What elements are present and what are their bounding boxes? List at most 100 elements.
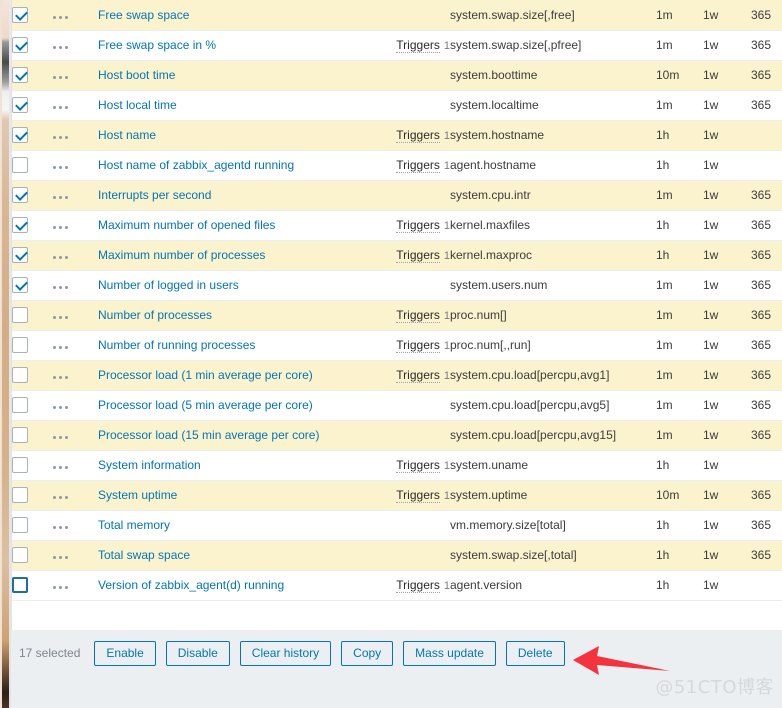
- item-name-link[interactable]: Number of running processes: [98, 338, 255, 352]
- row-select-cell: [12, 180, 53, 211]
- triggers-link[interactable]: Triggers: [396, 458, 440, 473]
- trends-cell: 365: [751, 210, 782, 241]
- ellipsis-menu-icon[interactable]: [53, 525, 71, 529]
- triggers-link[interactable]: Triggers: [396, 308, 440, 323]
- item-key-cell: agent.hostname: [450, 150, 656, 181]
- triggers-cell: [366, 180, 450, 211]
- item-name-link[interactable]: Host local time: [98, 98, 177, 112]
- item-name-link[interactable]: Processor load (1 min average per core): [98, 368, 313, 382]
- ellipsis-menu-icon[interactable]: [53, 465, 71, 469]
- table-row: System information Triggers 1 system.uname 1…: [12, 450, 782, 481]
- ellipsis-menu-icon[interactable]: [53, 585, 71, 589]
- row-checkbox[interactable]: [12, 427, 28, 443]
- ellipsis-menu-icon[interactable]: [53, 345, 71, 349]
- row-checkbox[interactable]: [12, 217, 28, 233]
- item-name-link[interactable]: Total swap space: [98, 548, 190, 562]
- triggers-cell: Triggers 1: [366, 480, 450, 511]
- mass-update-button[interactable]: Mass update: [403, 640, 496, 666]
- item-name-link[interactable]: Free swap space: [98, 8, 189, 22]
- ellipsis-menu-icon[interactable]: [53, 495, 71, 499]
- ellipsis-menu-icon[interactable]: [53, 435, 71, 439]
- triggers-link[interactable]: Triggers: [396, 578, 440, 593]
- update-interval-cell: 1h: [656, 510, 703, 541]
- copy-button[interactable]: Copy: [341, 640, 394, 666]
- row-checkbox[interactable]: [12, 6, 28, 23]
- row-checkbox[interactable]: [12, 37, 28, 53]
- row-checkbox[interactable]: [12, 67, 28, 83]
- ellipsis-menu-icon[interactable]: [53, 75, 71, 79]
- triggers-link[interactable]: Triggers: [396, 158, 440, 173]
- row-checkbox[interactable]: [12, 97, 28, 113]
- ellipsis-menu-icon[interactable]: [53, 135, 71, 139]
- triggers-link[interactable]: Triggers: [396, 368, 440, 383]
- row-checkbox[interactable]: [12, 487, 28, 503]
- update-interval-cell: 1h: [656, 150, 703, 181]
- disable-button[interactable]: Disable: [165, 640, 230, 666]
- ellipsis-menu-icon[interactable]: [53, 225, 71, 229]
- item-name-cell: Processor load (1 min average per core): [98, 360, 366, 391]
- items-table-body: Free swap space system.swap.size[,free] 1m…: [12, 0, 782, 601]
- item-name-link[interactable]: Maximum number of processes: [98, 248, 265, 262]
- item-name-link[interactable]: Free swap space in %: [98, 38, 216, 52]
- table-row: Host name of zabbix_agentd running Trigge…: [12, 150, 782, 181]
- row-checkbox[interactable]: [12, 517, 28, 533]
- trends-cell: 365: [751, 90, 782, 121]
- ellipsis-menu-icon[interactable]: [53, 195, 71, 199]
- row-checkbox[interactable]: [12, 577, 28, 593]
- row-checkbox[interactable]: [12, 157, 28, 173]
- row-checkbox[interactable]: [12, 397, 28, 413]
- ellipsis-menu-icon[interactable]: [53, 45, 71, 49]
- ellipsis-menu-icon[interactable]: [53, 105, 71, 109]
- item-name-link[interactable]: Host name: [98, 128, 156, 142]
- triggers-link[interactable]: Triggers: [396, 248, 440, 263]
- item-key-cell: system.uname: [450, 450, 656, 481]
- item-name-link[interactable]: Host name of zabbix_agentd running: [98, 158, 294, 172]
- history-cell: 1w: [703, 570, 751, 601]
- ellipsis-menu-icon[interactable]: [53, 555, 71, 559]
- row-checkbox[interactable]: [12, 307, 28, 323]
- row-checkbox[interactable]: [12, 367, 28, 383]
- item-name-cell: Interrupts per second: [98, 180, 366, 211]
- row-checkbox[interactable]: [12, 337, 28, 353]
- row-menu-cell: [53, 90, 98, 121]
- item-name-link[interactable]: Interrupts per second: [98, 188, 211, 202]
- ellipsis-menu-icon[interactable]: [53, 255, 71, 259]
- ellipsis-menu-icon[interactable]: [53, 375, 71, 379]
- row-checkbox[interactable]: [12, 127, 28, 143]
- item-name-link[interactable]: Processor load (15 min average per core): [98, 428, 319, 442]
- row-checkbox[interactable]: [12, 457, 28, 473]
- item-name-link[interactable]: Host boot time: [98, 68, 175, 82]
- triggers-cell: Triggers 1: [366, 360, 450, 391]
- triggers-link[interactable]: Triggers: [396, 338, 440, 353]
- ellipsis-menu-icon[interactable]: [53, 405, 71, 409]
- row-select-cell: [12, 570, 53, 601]
- item-name-link[interactable]: System information: [98, 458, 201, 472]
- clear-history-button[interactable]: Clear history: [239, 640, 332, 666]
- triggers-link[interactable]: Triggers: [396, 488, 440, 503]
- row-checkbox[interactable]: [12, 187, 28, 203]
- item-name-link[interactable]: Maximum number of opened files: [98, 218, 275, 232]
- triggers-cell: Triggers 1: [366, 210, 450, 241]
- row-checkbox[interactable]: [12, 277, 28, 293]
- item-name-link[interactable]: Number of logged in users: [98, 278, 239, 292]
- edge-scroll-thumb[interactable]: [2, 0, 9, 708]
- item-name-link[interactable]: Number of processes: [98, 308, 212, 322]
- triggers-link[interactable]: Triggers: [396, 218, 440, 233]
- triggers-link[interactable]: Triggers: [396, 128, 440, 143]
- row-checkbox[interactable]: [12, 247, 28, 263]
- ellipsis-menu-icon[interactable]: [53, 15, 71, 19]
- row-checkbox[interactable]: [12, 547, 28, 563]
- triggers-link[interactable]: Triggers: [396, 38, 440, 53]
- trends-cell: [751, 570, 782, 601]
- ellipsis-menu-icon[interactable]: [53, 315, 71, 319]
- item-name-link[interactable]: Processor load (5 min average per core): [98, 398, 313, 412]
- ellipsis-menu-icon[interactable]: [53, 285, 71, 289]
- enable-button[interactable]: Enable: [94, 640, 156, 666]
- triggers-cell: [366, 0, 450, 31]
- item-name-link[interactable]: Total memory: [98, 518, 170, 532]
- item-key-cell: agent.version: [450, 570, 656, 601]
- item-name-link[interactable]: Version of zabbix_agent(d) running: [98, 578, 284, 592]
- ellipsis-menu-icon[interactable]: [53, 165, 71, 169]
- item-name-link[interactable]: System uptime: [98, 488, 177, 502]
- delete-button[interactable]: Delete: [505, 640, 565, 666]
